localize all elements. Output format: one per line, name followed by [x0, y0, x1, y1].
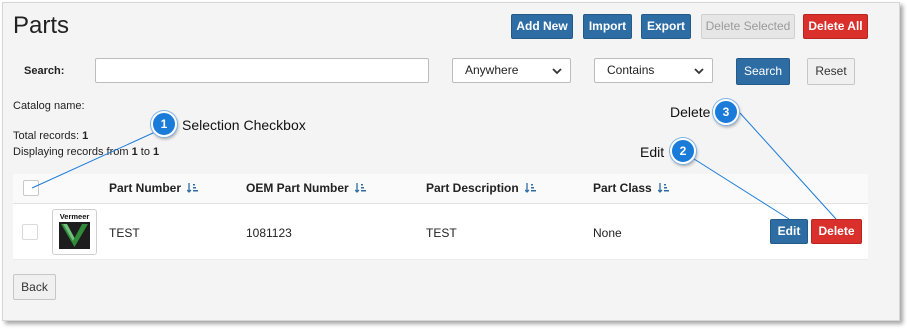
callout-line-1: [31, 127, 165, 189]
callout-badge-1: 1: [151, 111, 177, 137]
callout-badge-2: 2: [670, 138, 696, 164]
callout-badge-3: 3: [713, 99, 739, 125]
callout-label-edit: Edit: [640, 144, 665, 160]
callout-line-3: [739, 112, 837, 220]
callout-lines: [31, 112, 837, 220]
callout-label-delete: Delete: [670, 104, 711, 120]
callout-label-selection-checkbox: Selection Checkbox: [182, 117, 306, 133]
callout-line-2: [682, 151, 790, 220]
